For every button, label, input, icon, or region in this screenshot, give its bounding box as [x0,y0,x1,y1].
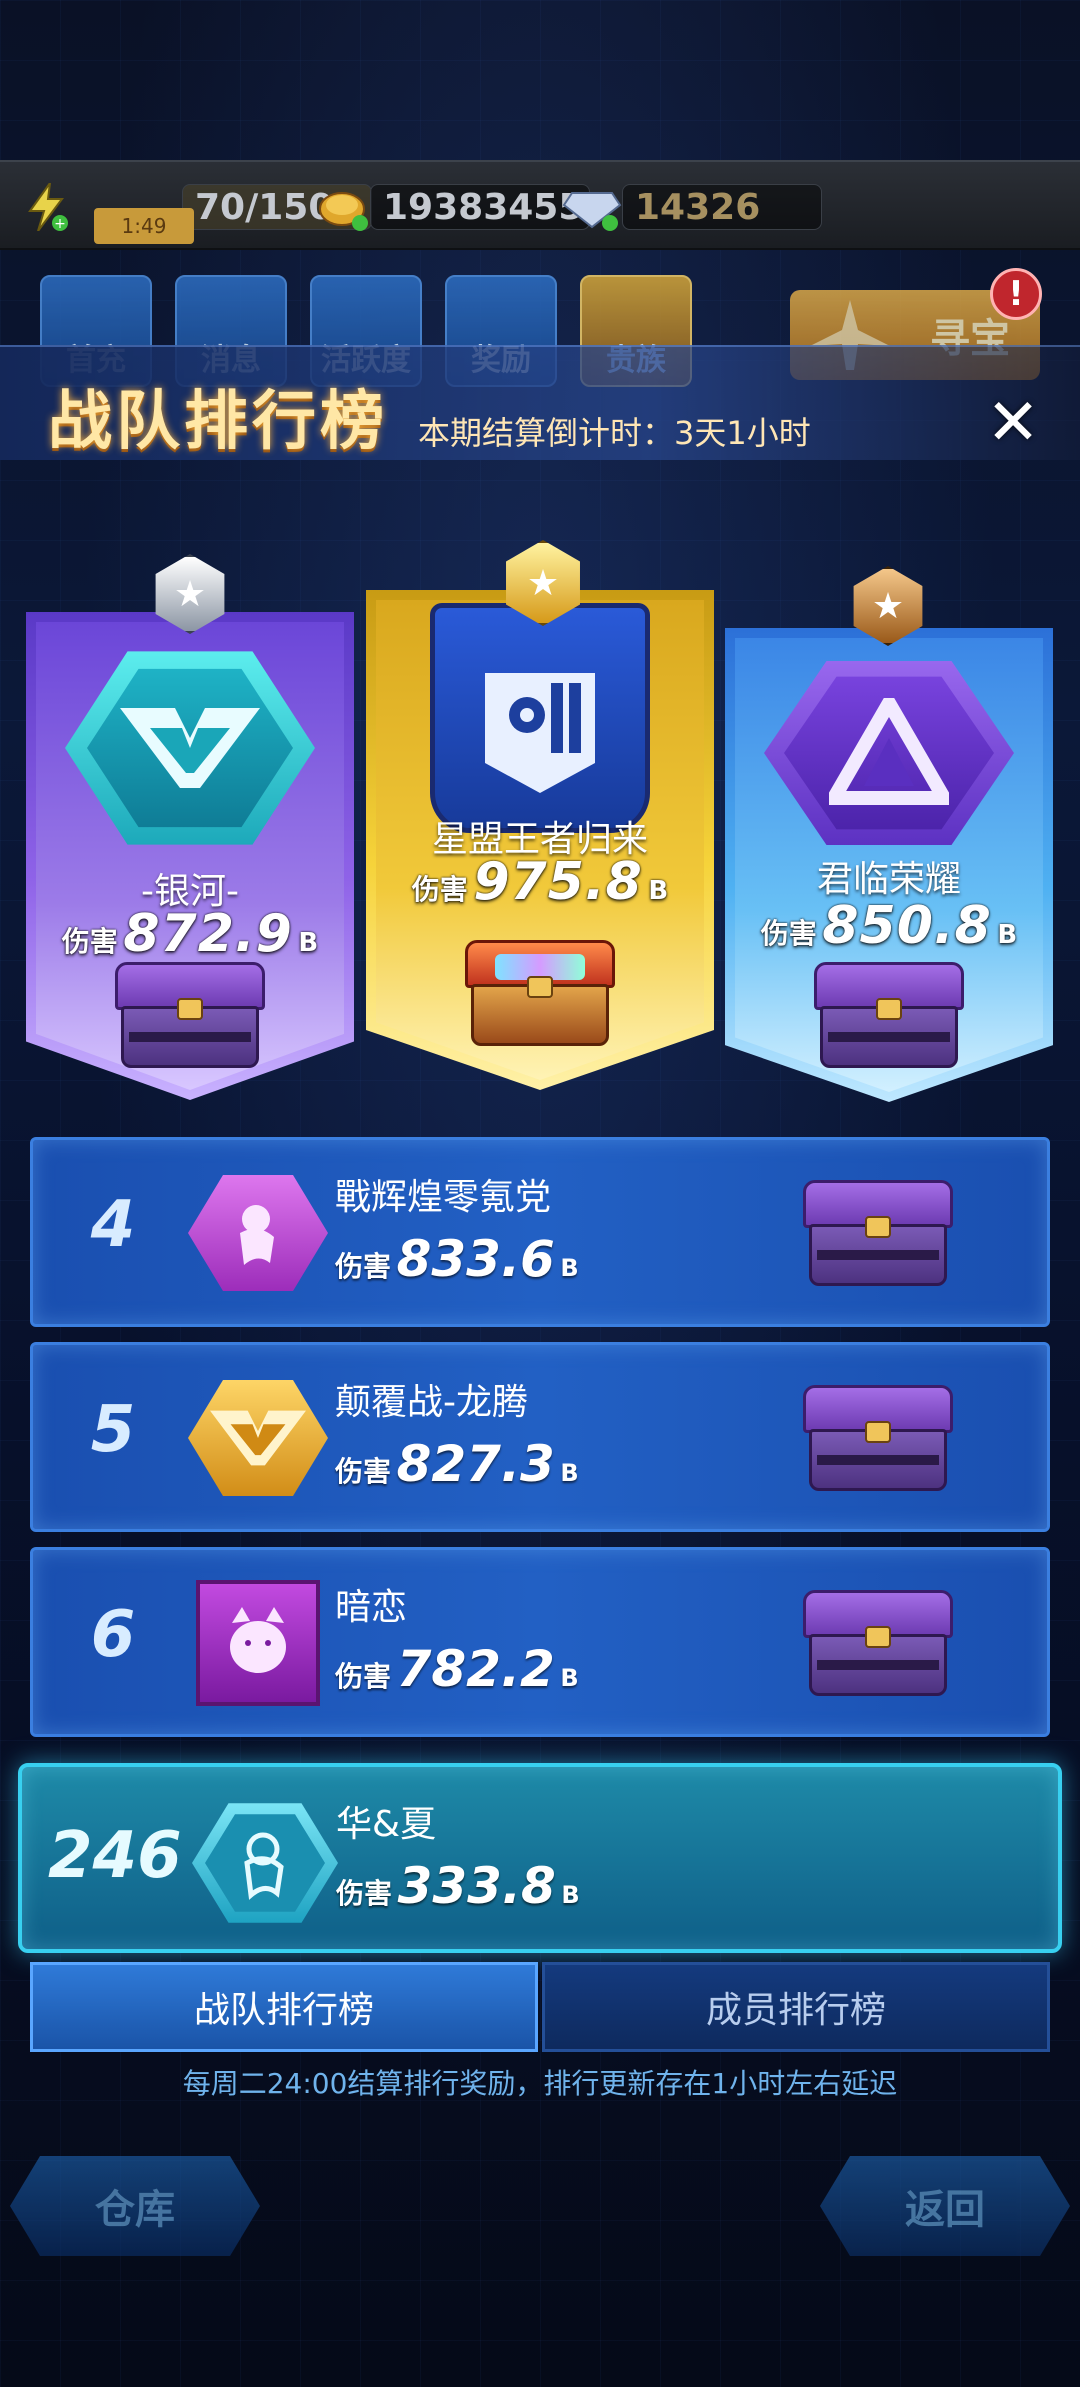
svg-text:+: + [54,216,66,231]
podium-rank-1[interactable]: 星盟王者归来 伤害 975.8 B [366,590,714,1090]
panel-title: 战队排行榜 [48,385,388,459]
coins-resource[interactable]: 19383455 [318,180,590,234]
reward-chest-icon[interactable] [803,1180,953,1290]
lightning-icon: + [22,183,70,231]
energy-timer: 1:49 [94,208,194,244]
damage-unit: B [298,928,319,958]
damage-line: 伤害 833.6 B [335,1230,579,1288]
damage-value: 872.9 [123,904,293,964]
team-name: 华&夏 [336,1804,437,1845]
reward-chest-icon[interactable] [803,1590,953,1700]
damage-unit: B [561,1881,580,1909]
team-name: 暗恋 [335,1587,408,1628]
coins-value: 19383455 [370,184,590,230]
damage-value: 975.8 [473,852,643,912]
wings-crest-icon [188,1375,328,1501]
rank-number: 6 [90,1598,136,1672]
team-name: 君临荣耀 [816,859,961,900]
my-team-row[interactable]: 246 华&夏 伤害 333.8 B [18,1763,1062,1953]
damage-label: 伤害 [335,1660,392,1693]
back-button[interactable]: 返回 [820,2156,1070,2256]
mermaid-crest-icon [188,1170,328,1296]
resource-bar: + 1:49 70/150 19383455 14326 [0,160,1080,250]
damage-unit: B [560,1459,579,1487]
rank-row[interactable]: 4 戰辉煌零氪党 伤害 833.6 B [30,1137,1050,1327]
gems-value: 14326 [622,184,822,230]
damage-label: 伤害 [335,1455,392,1488]
gem-icon [562,183,622,231]
damage-label: 伤害 [411,873,468,906]
my-rank-number: 246 [48,1819,182,1893]
footer-note: 每周二24:00结算排行奖励，排行更新存在1小时左右延迟 [182,2067,898,2100]
reward-chest-icon[interactable] [803,1385,953,1495]
reward-chest-icon[interactable] [814,962,964,1072]
damage-label: 伤害 [760,917,817,950]
damage-label: 伤害 [335,1250,392,1283]
cat-crest-icon [188,1580,328,1706]
team-name: 颠覆战-龙腾 [335,1382,528,1423]
rank-row[interactable]: 6 暗恋 伤害 782.2 B [30,1547,1050,1737]
rank-number: 5 [90,1393,136,1467]
damage-line: 伤害 850.8 B [725,896,1053,956]
damage-unit: B [560,1254,579,1282]
coin-icon [318,183,370,231]
team-crest-icon [420,598,660,838]
tab-team-ranking[interactable]: 战队排行榜 [30,1962,538,2052]
damage-value: 827.3 [396,1435,555,1493]
damage-line: 伤害 782.2 B [335,1640,579,1698]
warehouse-button[interactable]: 仓库 [10,2156,260,2256]
alert-badge: ! [990,268,1042,320]
damage-unit: B [648,876,669,906]
damage-value: 850.8 [822,896,992,956]
podium-rank-2[interactable]: -银河- 伤害 872.9 B [26,612,354,1100]
gems-resource[interactable]: 14326 [562,180,822,234]
close-button[interactable]: ✕ [978,386,1048,460]
tab-member-ranking[interactable]: 成员排行榜 [542,1962,1050,2052]
team-name: 戰辉煌零氪党 [335,1177,552,1218]
damage-unit: B [997,920,1018,950]
damage-value: 333.8 [397,1857,556,1915]
damage-line: 伤害 872.9 B [26,904,354,964]
damage-line: 伤害 827.3 B [335,1435,579,1493]
damage-label: 伤害 [336,1877,393,1910]
team-crest-icon [759,648,1019,858]
team-crest-icon [60,638,320,858]
damage-line: 伤害 975.8 B [366,852,714,912]
mermaid-crest-icon [190,1795,340,1931]
settlement-countdown: 本期结算倒计时：3天1小时 [418,414,811,452]
rank-number: 4 [90,1188,136,1262]
damage-line: 伤害 333.8 B [336,1857,580,1915]
reward-chest-icon[interactable] [465,940,615,1050]
damage-value: 833.6 [396,1230,555,1288]
rank-row[interactable]: 5 颠覆战-龙腾 伤害 827.3 B [30,1342,1050,1532]
damage-value: 782.2 [396,1640,555,1698]
podium-rank-3[interactable]: 君临荣耀 伤害 850.8 B [725,628,1053,1102]
damage-label: 伤害 [61,925,118,958]
reward-chest-icon[interactable] [115,962,265,1072]
damage-unit: B [560,1664,579,1692]
